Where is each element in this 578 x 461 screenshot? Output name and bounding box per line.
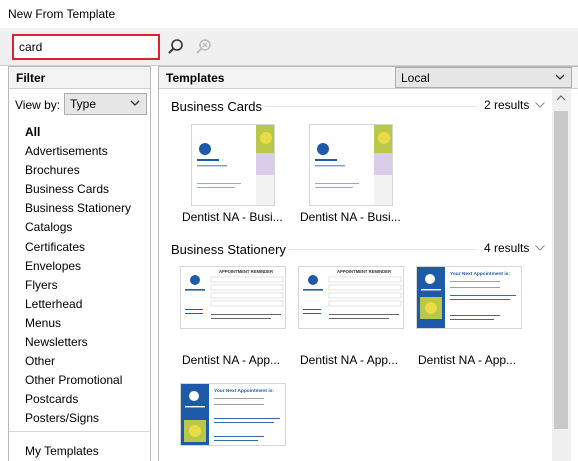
category-item-certificates[interactable]: Certificates: [25, 238, 131, 257]
view-by-label: View by:: [15, 98, 61, 112]
group-divider: [289, 249, 477, 250]
template-caption: Dentist NA - App...: [300, 353, 399, 367]
template-caption: Dentist NA - Busi...: [300, 210, 401, 224]
category-list: All Advertisements Brochures Business Ca…: [25, 123, 131, 429]
search-box[interactable]: [12, 34, 160, 60]
view-by-value: Type: [70, 97, 97, 111]
template-thumbnail: Your Next Appointment is:: [180, 383, 286, 446]
template-thumbnail: APPOINTMENT REMINDER: [298, 266, 404, 329]
view-by-select[interactable]: Type: [64, 93, 147, 115]
templates-panel: Templates Local Business Cards 2 results: [158, 66, 578, 461]
template-thumbnail: [309, 124, 393, 206]
category-item-business-stationery[interactable]: Business Stationery: [25, 199, 131, 218]
filter-header: Filter: [9, 67, 150, 89]
collapse-caret-icon[interactable]: [535, 245, 545, 251]
title-bar: New From Template: [0, 0, 578, 28]
template-thumbnail: Your Next Appointment is:: [416, 266, 522, 329]
svg-text:APPOINTMENT REMINDER: APPOINTMENT REMINDER: [337, 269, 391, 274]
category-item-postcards[interactable]: Postcards: [25, 390, 131, 409]
group-title-business-cards: Business Cards: [171, 99, 263, 114]
search-input[interactable]: [19, 39, 149, 55]
category-item-envelopes[interactable]: Envelopes: [25, 257, 131, 276]
chevron-down-icon: [555, 74, 565, 80]
template-caption: Dentist NA - App...: [418, 353, 517, 367]
category-item-all[interactable]: All: [25, 123, 131, 142]
scroll-up-arrow-icon[interactable]: [556, 95, 566, 101]
new-from-template-window: New From Template Filter View by: Type A…: [0, 0, 578, 461]
template-thumbnail: [191, 124, 275, 206]
category-item-menus[interactable]: Menus: [25, 314, 131, 333]
category-item-advertisements[interactable]: Advertisements: [25, 142, 131, 161]
templates-heading: Templates: [166, 71, 225, 85]
group-divider: [265, 106, 477, 107]
template-thumbnail: APPOINTMENT REMINDER: [180, 266, 286, 329]
collapse-caret-icon[interactable]: [535, 102, 545, 108]
category-item-letterhead[interactable]: Letterhead: [25, 295, 131, 314]
filter-divider: [9, 431, 150, 432]
window-title: New From Template: [8, 7, 116, 21]
filter-heading: Filter: [16, 71, 46, 85]
template-caption: Dentist NA - Busi...: [182, 210, 283, 224]
category-item-newsletters[interactable]: Newsletters: [25, 333, 131, 352]
category-item-other-promotional[interactable]: Other Promotional: [25, 371, 131, 390]
category-item-brochures[interactable]: Brochures: [25, 161, 131, 180]
category-item-flyers[interactable]: Flyers: [25, 276, 131, 295]
group-count: 4 results: [484, 241, 530, 255]
chevron-down-icon: [130, 100, 140, 106]
svg-text:APPOINTMENT REMINDER: APPOINTMENT REMINDER: [219, 269, 273, 274]
category-item-other[interactable]: Other: [25, 352, 131, 371]
svg-text:Your Next Appointment is:: Your Next Appointment is:: [214, 388, 274, 394]
template-source-select[interactable]: Local: [395, 67, 572, 88]
svg-text:Your Next Appointment is:: Your Next Appointment is:: [450, 271, 510, 277]
my-templates-link[interactable]: My Templates: [25, 444, 99, 458]
clear-search-icon[interactable]: [194, 37, 214, 57]
template-source-value: Local: [401, 71, 430, 85]
vertical-scrollbar[interactable]: [552, 89, 571, 461]
scrollbar-thumb[interactable]: [554, 111, 568, 429]
search-icon[interactable]: [166, 37, 186, 57]
template-caption: Dentist NA - App...: [182, 353, 281, 367]
category-item-posters-signs[interactable]: Posters/Signs: [25, 409, 131, 428]
group-title-business-stationery: Business Stationery: [171, 242, 286, 257]
category-item-business-cards[interactable]: Business Cards: [25, 180, 131, 199]
group-count: 2 results: [484, 98, 530, 112]
category-item-catalogs[interactable]: Catalogs: [25, 218, 131, 237]
filter-panel: Filter View by: Type All Advertisements …: [8, 66, 151, 461]
